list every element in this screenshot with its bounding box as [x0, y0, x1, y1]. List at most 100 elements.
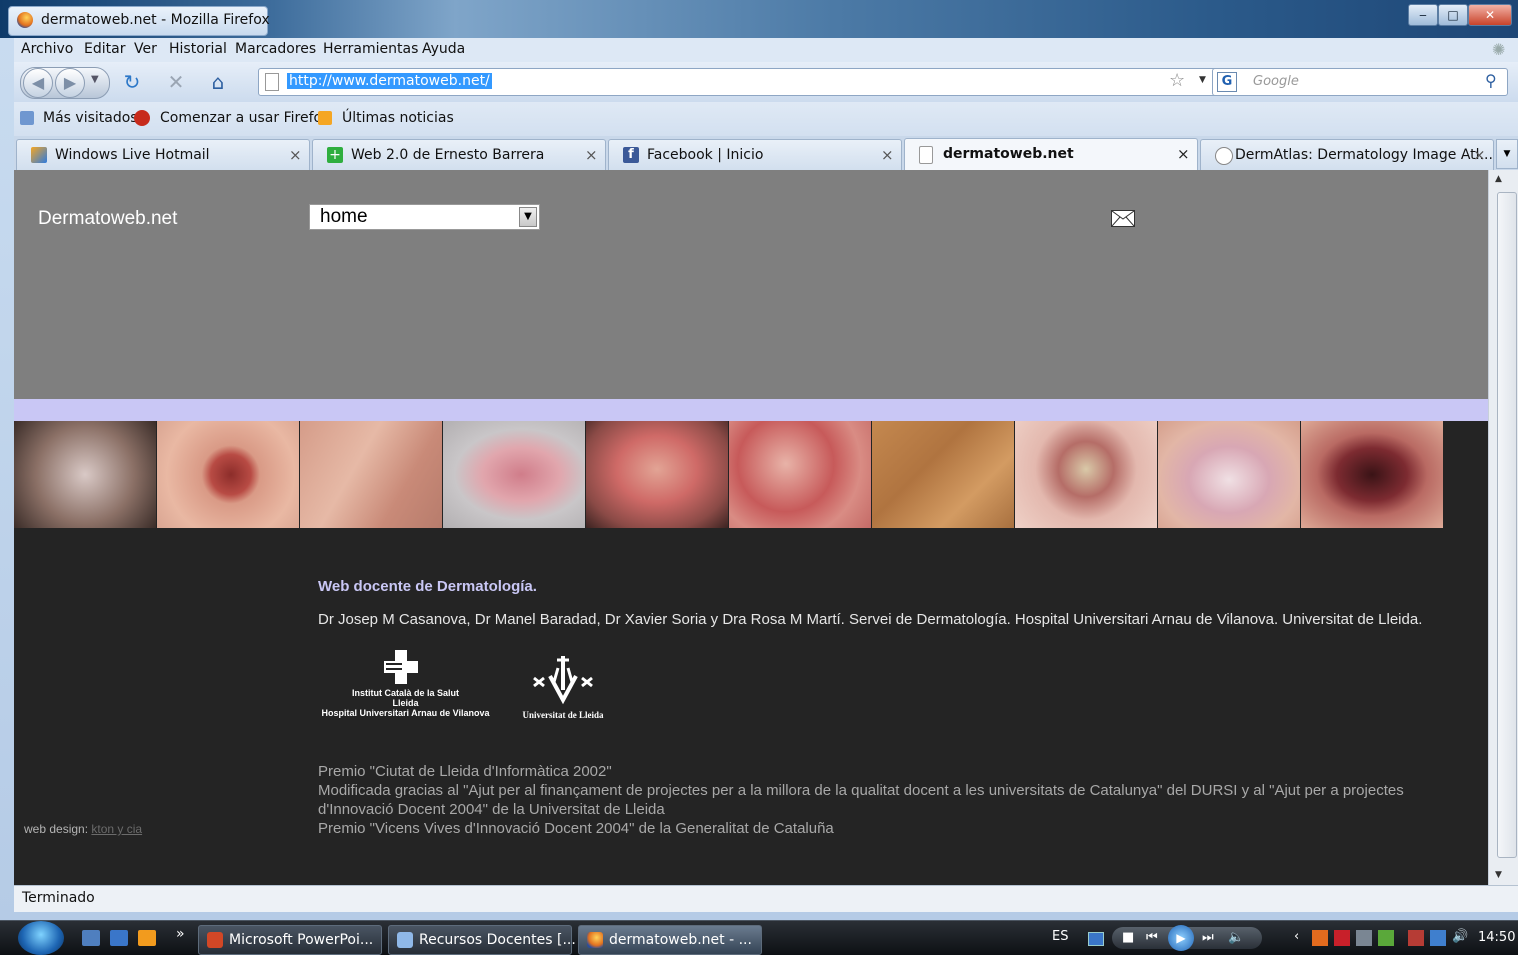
scrollbar-thumb[interactable] [1497, 192, 1517, 858]
status-text: Terminado [22, 890, 95, 906]
site-name[interactable]: Dermatoweb.net [38, 208, 177, 230]
tray-icon-2[interactable] [1334, 930, 1350, 946]
close-icon[interactable]: × [585, 146, 598, 164]
show-desktop-icon[interactable] [82, 930, 100, 946]
site-header: Dermatoweb.net home ▼ [14, 170, 1488, 399]
plaque-lesion-image[interactable] [443, 421, 585, 528]
speaker-icon[interactable]: 🔊 [1452, 929, 1468, 944]
status-bar: Terminado [14, 885, 1518, 912]
horn-lesion-image[interactable] [1015, 421, 1157, 528]
start-button[interactable] [18, 921, 64, 955]
task-powerpoint[interactable]: Microsoft PowerPoi... [198, 925, 382, 955]
tray-app-icon[interactable] [1088, 932, 1104, 946]
udl-logo[interactable]: Universitat de Lleida [518, 654, 608, 722]
stop-icon[interactable]: ✕ [162, 68, 190, 96]
tab-facebook[interactable]: f Facebook | Inicio × [608, 139, 902, 170]
search-box[interactable]: G Google ⚲ [1212, 68, 1508, 96]
web-design-label: web design: [24, 822, 89, 836]
section-select[interactable]: home ▼ [309, 204, 540, 230]
ics-caption-line2: Lleida [392, 698, 419, 708]
search-icon[interactable]: ⚲ [1485, 71, 1497, 90]
chevron-left-icon[interactable]: ‹ [1294, 929, 1299, 944]
firefox-icon [587, 932, 603, 948]
back-forward-group: ◀ ▶ ▼ [20, 67, 110, 99]
tab-list-icon[interactable]: ▼ [1496, 139, 1518, 169]
close-icon[interactable]: × [1177, 145, 1190, 163]
task-firefox[interactable]: dermatoweb.net - ... [578, 925, 762, 955]
firefox-start-icon [134, 110, 150, 126]
bookmark-star-icon[interactable]: ☆ [1169, 70, 1185, 91]
scroll-up-icon[interactable]: ▲ [1495, 174, 1502, 184]
next-track-icon[interactable]: ⏭ [1202, 930, 1214, 945]
search-placeholder[interactable]: Google [1253, 74, 1299, 89]
stop-media-icon[interactable]: ■ [1122, 930, 1134, 945]
ics-logo[interactable]: Institut Català de la Salut Lleida Hospi… [318, 650, 493, 722]
url-dropdown-icon[interactable]: ▼ [1199, 75, 1206, 85]
menu-marcadores[interactable]: Marcadores [235, 41, 316, 57]
menu-ayuda[interactable]: Ayuda [422, 41, 465, 57]
maximize-button[interactable]: □ [1438, 4, 1468, 26]
tab-dermatoweb[interactable]: dermatoweb.net × [904, 138, 1198, 171]
close-icon[interactable]: × [881, 146, 894, 164]
tan-skin-image[interactable] [872, 421, 1014, 528]
clock[interactable]: 14:50 [1478, 930, 1515, 945]
url-text[interactable]: http://www.dermatoweb.net/ [287, 73, 492, 89]
url-bar[interactable]: http://www.dermatoweb.net/ ☆ ▼ [258, 68, 1220, 96]
award-line-2: Modificada gracias al "Ajut per al finan… [318, 782, 1404, 799]
switch-windows-icon[interactable] [110, 930, 128, 946]
white-plaque-image[interactable] [1158, 421, 1300, 528]
menu-ver[interactable]: Ver [134, 41, 157, 57]
close-icon[interactable]: × [1473, 146, 1486, 164]
melanoma-image[interactable] [1301, 421, 1443, 528]
scalp-lesion-image[interactable] [14, 421, 156, 528]
hotmail-icon [31, 147, 47, 163]
ics-cross-icon [384, 650, 418, 684]
bookmark-mas-visitados[interactable]: Más visitados [43, 110, 138, 126]
face-rash-image[interactable] [586, 421, 728, 528]
nodule-lesion-image[interactable] [157, 421, 299, 528]
menu-herramientas[interactable]: Herramientas [323, 41, 418, 57]
menu-editar[interactable]: Editar [84, 41, 125, 57]
back-icon[interactable]: ◀ [23, 68, 53, 98]
web-design-link[interactable]: kton y cia [91, 822, 142, 836]
ics-caption-line1: Institut Català de la Salut [351, 688, 460, 698]
close-icon[interactable]: × [289, 146, 302, 164]
close-button[interactable]: ✕ [1468, 4, 1512, 26]
network-icon[interactable] [1430, 930, 1446, 946]
play-icon[interactable]: ▶ [1168, 925, 1194, 951]
mail-icon[interactable] [1111, 210, 1135, 227]
navigation-toolbar: ◀ ▶ ▼ ↻ ✕ ⌂ http://www.dermatoweb.net/ ☆… [14, 62, 1518, 102]
tab-hotmail[interactable]: Windows Live Hotmail × [16, 139, 310, 170]
search-engine-icon[interactable]: G [1217, 72, 1237, 92]
tray-icon-4[interactable] [1378, 930, 1394, 946]
chevron-down-icon[interactable]: ▼ [519, 207, 537, 227]
tray-icon-1[interactable] [1312, 930, 1328, 946]
forward-icon[interactable]: ▶ [55, 68, 85, 98]
menu-archivo[interactable]: Archivo [21, 41, 73, 57]
task-recursos[interactable]: Recursos Docentes [... [388, 925, 576, 955]
previous-track-icon[interactable]: ⏮ [1146, 930, 1158, 945]
media-player-icon[interactable] [138, 930, 156, 946]
scaly-rash-image[interactable] [729, 421, 871, 528]
tab-label: Web 2.0 de Ernesto Barrera [351, 147, 545, 163]
browser-window: dermatoweb.net - Mozilla Firefox ‒ □ ✕ A… [0, 0, 1518, 920]
udl-caption: Universitat de Lleida [522, 710, 604, 720]
bookmark-comenzar[interactable]: Comenzar a usar Firefox [160, 110, 330, 126]
volume-icon[interactable]: 🔈 [1228, 930, 1244, 945]
tray-icon-3[interactable] [1356, 930, 1372, 946]
menu-historial[interactable]: Historial [169, 41, 227, 57]
language-indicator[interactable]: ES [1052, 929, 1068, 944]
reload-icon[interactable]: ↻ [118, 68, 146, 96]
tab-dermatlas[interactable]: DermAtlas: Dermatology Image Atl... × [1200, 139, 1494, 170]
history-dropdown-icon[interactable]: ▼ [91, 74, 99, 85]
bookmark-ultimas-noticias[interactable]: Últimas noticias [342, 110, 454, 126]
tab-web20[interactable]: + Web 2.0 de Ernesto Barrera × [312, 139, 606, 170]
tray-icon-5[interactable] [1408, 930, 1424, 946]
scroll-down-icon[interactable]: ▼ [1495, 870, 1502, 880]
hand-lesion-image[interactable] [300, 421, 442, 528]
quicklaunch-overflow-icon[interactable]: » [176, 926, 185, 942]
facebook-icon: f [623, 147, 639, 163]
minimize-button[interactable]: ‒ [1408, 4, 1438, 26]
home-icon[interactable]: ⌂ [204, 68, 232, 96]
section-select-value[interactable]: home [320, 206, 368, 228]
